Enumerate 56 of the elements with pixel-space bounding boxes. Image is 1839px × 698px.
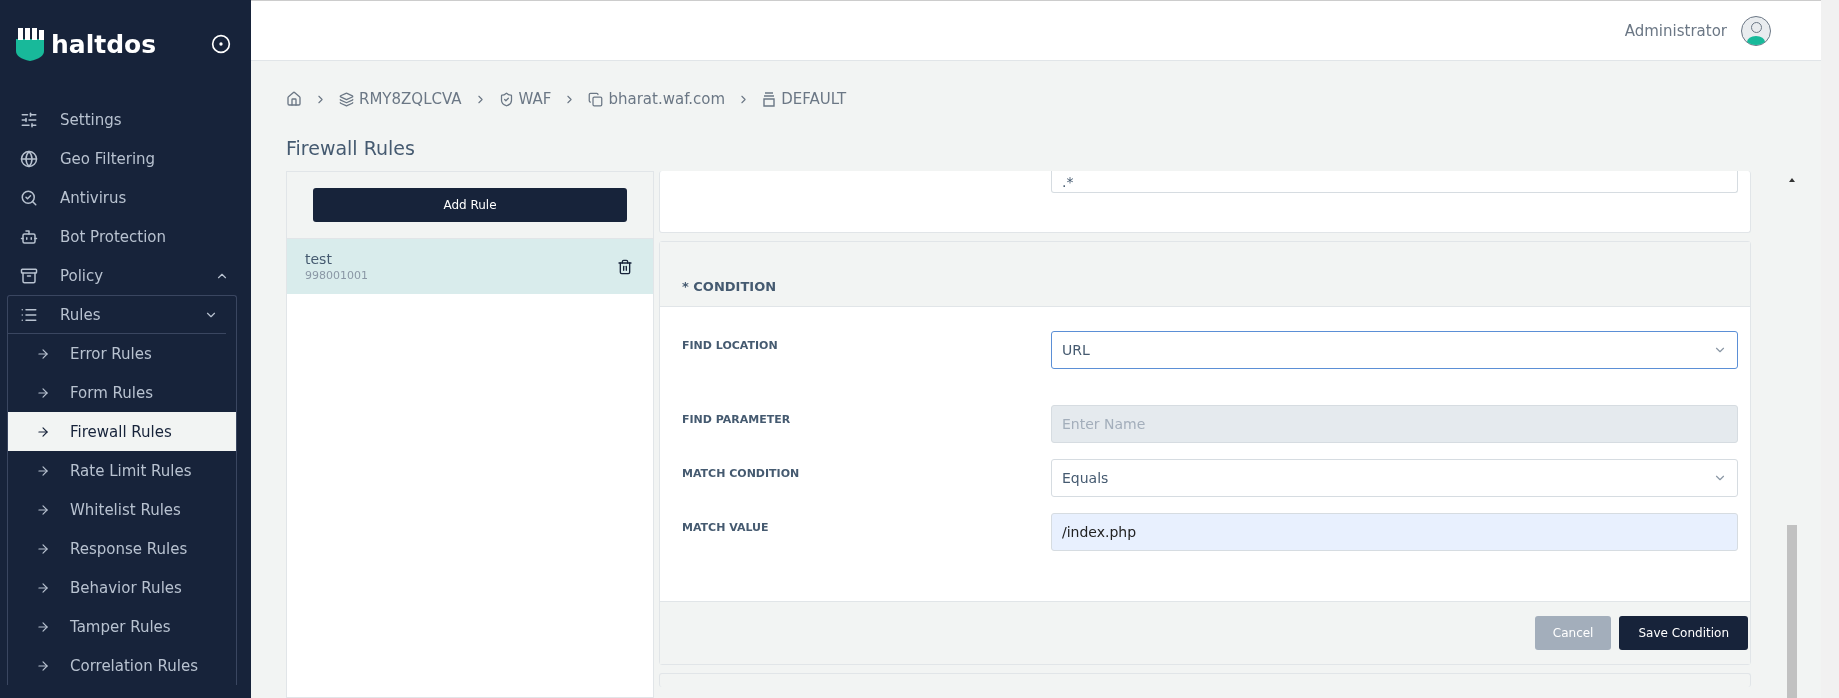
input-field[interactable]: /index.php [1051, 513, 1738, 551]
arrow-right-icon [36, 463, 50, 478]
arrow-right-icon [36, 346, 50, 361]
trash-icon[interactable] [617, 258, 633, 275]
select-field[interactable]: Equals [1051, 459, 1738, 497]
rule-item[interactable]: test 998001001 [287, 239, 653, 294]
nav-item[interactable]: Settings [0, 100, 251, 139]
archive-box-icon [20, 266, 38, 285]
target-icon[interactable] [211, 34, 231, 54]
breadcrumb-link[interactable]: DEFAULT [762, 90, 847, 108]
logo-icon [15, 27, 45, 61]
user-name[interactable]: Administrator [1624, 21, 1727, 40]
layers-icon [339, 91, 354, 107]
arrow-right-icon [36, 385, 50, 400]
nav-subitem[interactable]: Tamper Rules [8, 607, 236, 646]
nav-subitem[interactable]: Rate Limit Rules [8, 451, 236, 490]
robot-icon [20, 227, 38, 246]
scrollbar-thumb[interactable] [1787, 525, 1797, 698]
breadcrumb-link[interactable]: WAF [498, 90, 552, 108]
input-field[interactable]: .* [1051, 171, 1738, 193]
rule-name: test [305, 251, 333, 267]
rule-id: 998001001 [305, 269, 369, 282]
stack-icon [762, 91, 777, 107]
arrow-right-icon [36, 424, 50, 439]
brand-name: haltdos [51, 29, 158, 59]
breadcrumb-link[interactable]: bharat.waf.com [588, 90, 726, 108]
section-title: * CONDITION [682, 279, 777, 294]
avatar-icon[interactable] [1741, 15, 1771, 46]
nav-item[interactable]: Antivirus [0, 178, 251, 217]
nav-subitem[interactable]: Behavior Rules [8, 568, 236, 607]
globe-icon [20, 149, 38, 168]
field-label: MATCH CONDITION [682, 466, 801, 480]
nav-subitem[interactable]: Error Rules [8, 334, 236, 373]
windows-icon [588, 91, 604, 107]
field-label: FIND PARAMETER [682, 412, 792, 426]
nav-subitem[interactable]: Correlation Rules [8, 646, 236, 685]
sliders-icon [20, 110, 38, 129]
nav-item[interactable]: Geo Filtering [0, 139, 251, 178]
page-scrollbar[interactable] [1821, 0, 1839, 698]
add-rule-button[interactable]: Add Rule [313, 188, 627, 222]
nav-item[interactable]: Bot Protection [0, 217, 251, 256]
field-label: MATCH VALUE [682, 520, 770, 534]
nav-item[interactable]: Rules [8, 296, 226, 334]
home-icon[interactable] [286, 91, 302, 107]
breadcrumb-link[interactable]: RMY8ZQLCVA [339, 90, 462, 108]
select-field[interactable]: URL [1051, 331, 1738, 369]
save-button[interactable]: Save Condition [1619, 616, 1748, 650]
nav-item[interactable]: Policy [0, 256, 251, 295]
nav-subitem[interactable]: Form Rules [8, 373, 236, 412]
nav-subitem[interactable]: Firewall Rules [8, 412, 236, 451]
shield-check-icon [498, 91, 514, 107]
page-title: Firewall Rules [286, 137, 416, 161]
nav-subitem[interactable]: Whitelist Rules [8, 490, 236, 529]
magnifier-icon [20, 188, 38, 207]
nav-subitem[interactable]: Response Rules [8, 529, 236, 568]
field-label: FIND LOCATION [682, 338, 779, 352]
